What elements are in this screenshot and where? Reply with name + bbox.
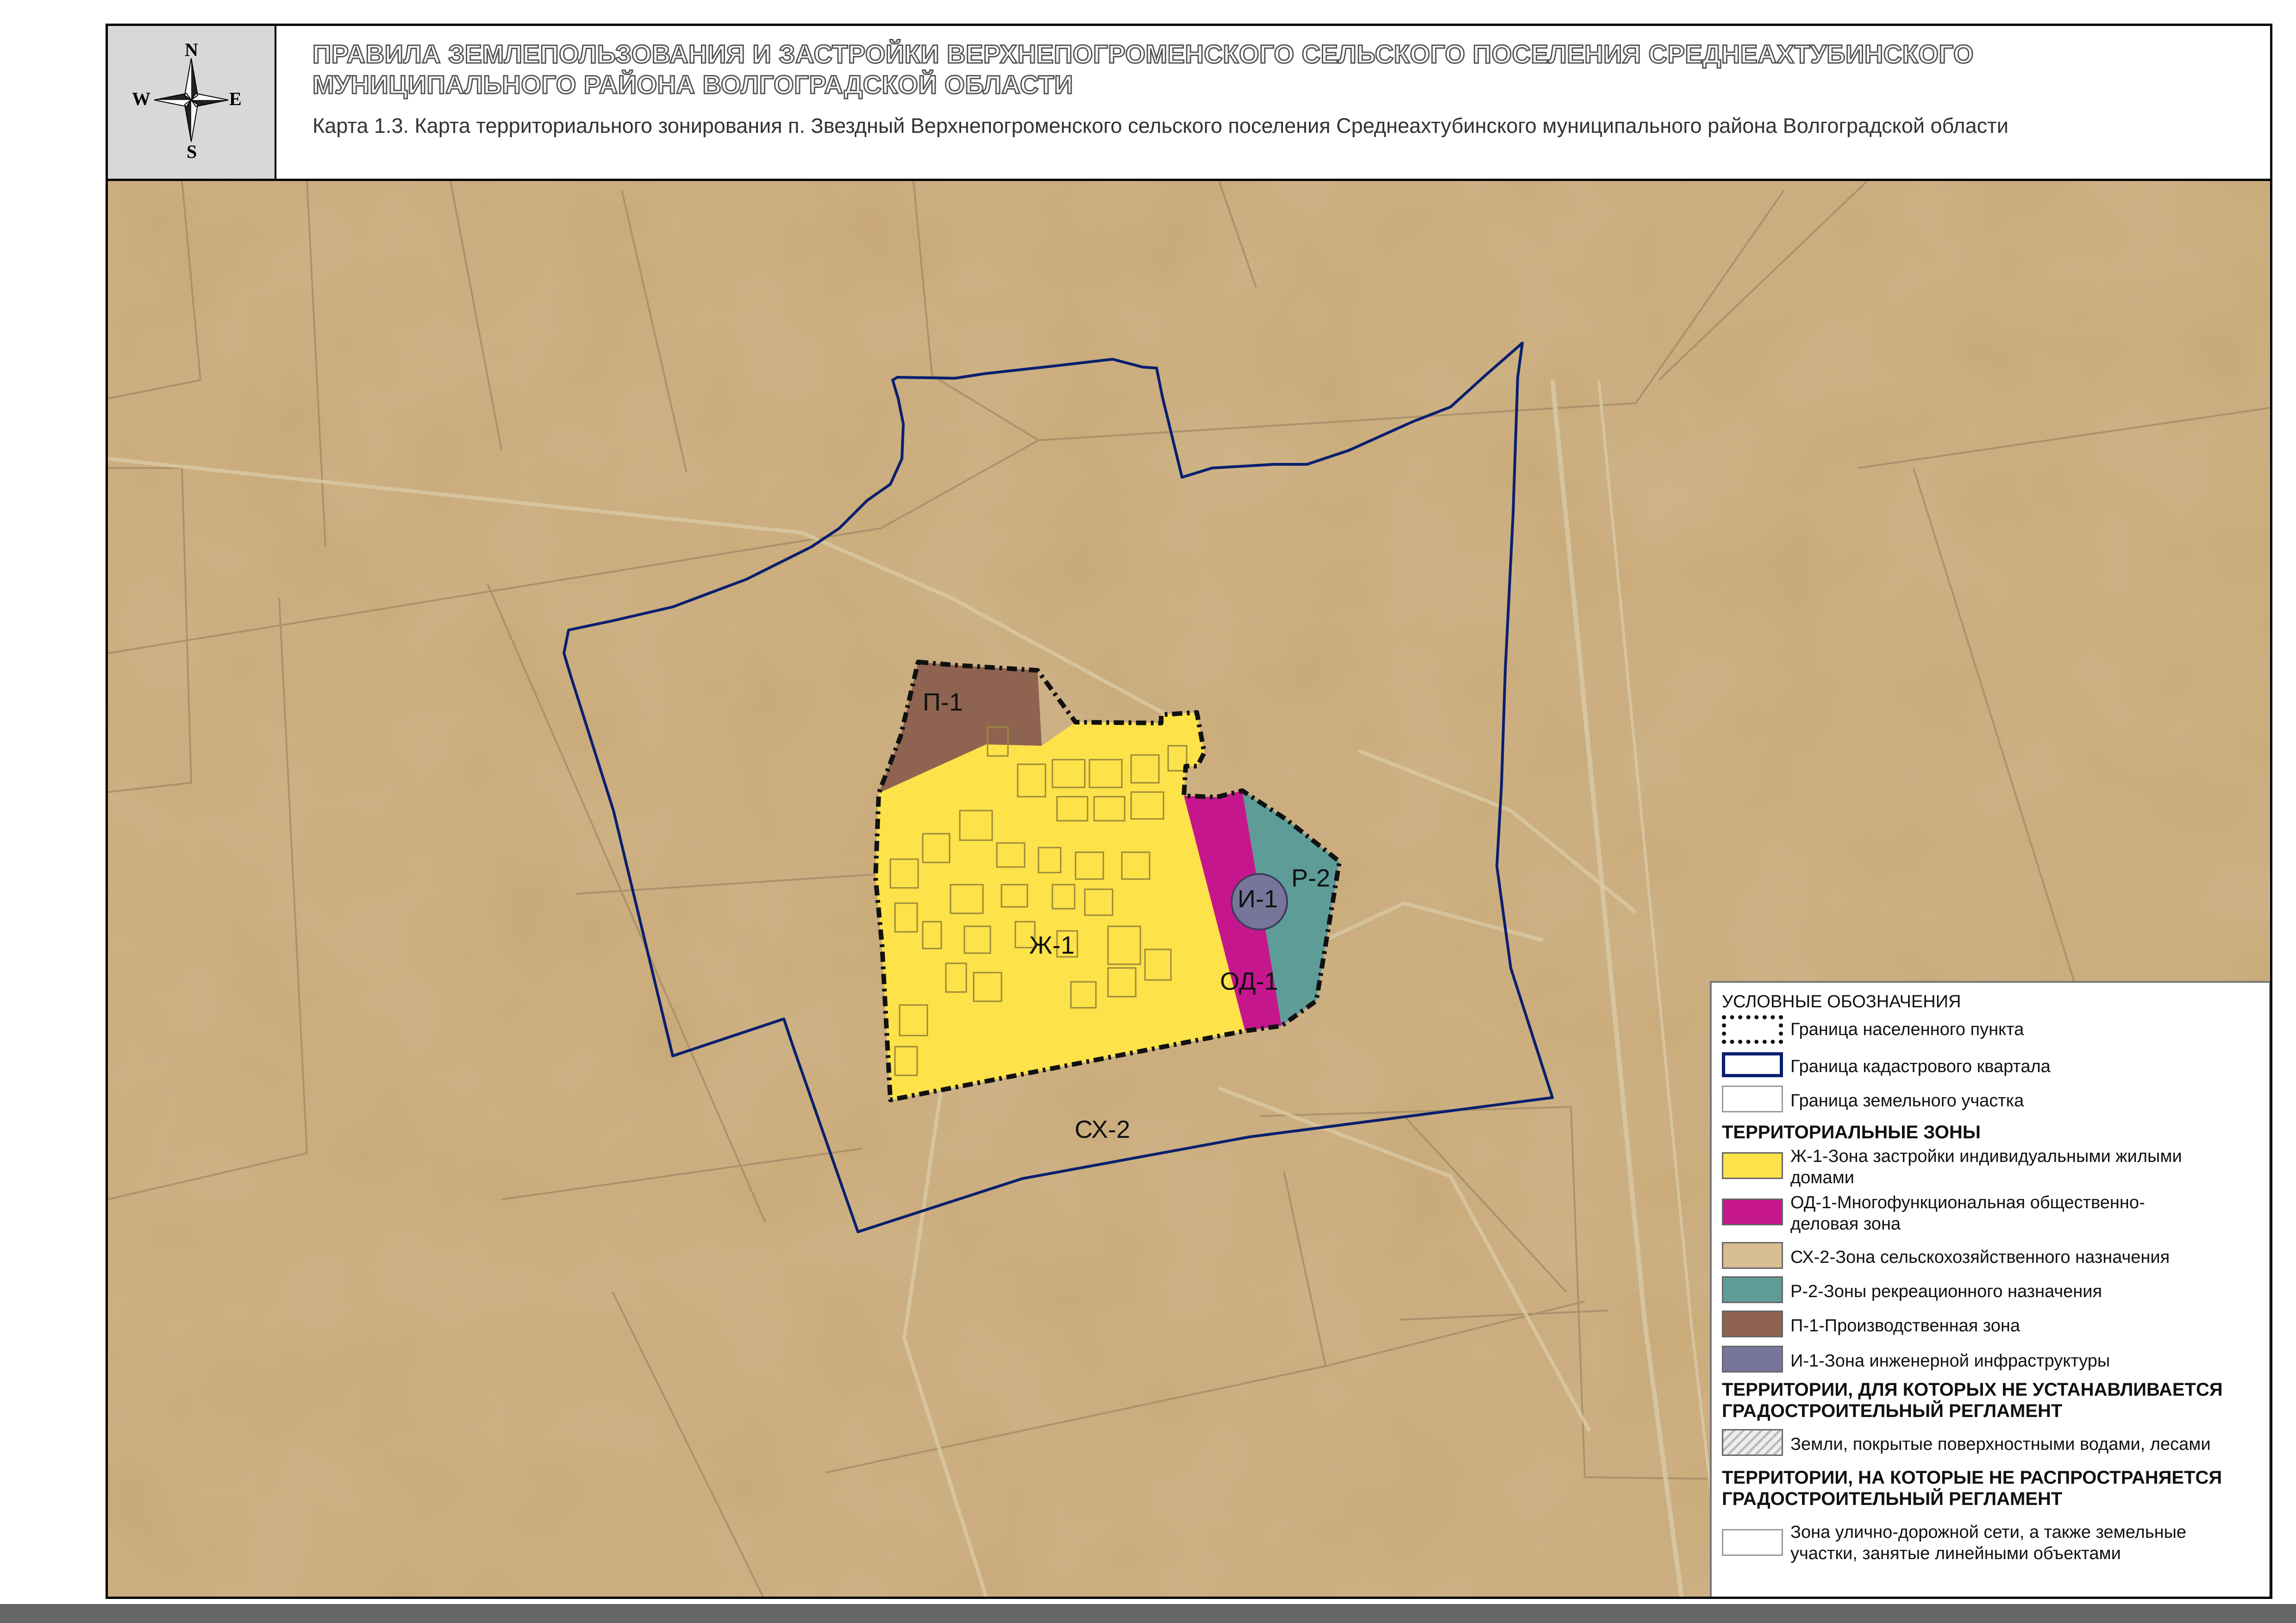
legend-section3-title: ТЕРРИТОРИИ, НА КОТОРЫЕ НЕ РАСПРОСТРАНЯЕТ… [1722,1467,2222,1509]
map-header: N S W E ПРАВИЛА ЗЕМЛЕПОЛЬЗОВАНИЯ И ЗАСТР… [108,26,2270,181]
legend-p1-swatch [1722,1311,1783,1337]
legend-quarter-border-label: Граница кадастрового квартала [1790,1057,2051,1076]
legend-sx2-swatch [1722,1242,1783,1269]
legend-road-network-label: Зона улично-дорожной сети, а также земел… [1790,1523,2187,1563]
zone-label-od1: ОД-1 [1220,968,1278,995]
legend-road-network-swatch [1722,1529,1783,1556]
legend-i1-label: И-1-Зона инженерной инфраструктуры [1790,1351,2110,1371]
map-legend: УСЛОВНЫЕ ОБОЗНАЧЕНИЯ Граница населенного… [1710,981,2270,1597]
bottom-strip [0,1604,2296,1623]
zone-label-zh1: Ж-1 [1029,931,1075,959]
legend-i1-swatch [1722,1346,1783,1373]
zone-label-r2: Р-2 [1291,864,1331,892]
zone-label-p1: П-1 [923,688,963,716]
legend-od1-swatch [1722,1199,1783,1225]
legend-p1-label: П-1-Производственная зона [1790,1316,2021,1336]
legend-zh1-label: Ж-1-Зона застройки индивидуальными жилым… [1790,1147,2182,1187]
legend-od1-label: ОД-1-Многофункциональная общественно-дел… [1790,1193,2145,1234]
legend-water-forest-swatch [1722,1429,1783,1456]
legend-r2-label: Р-2-Зоны рекреационного назначения [1790,1282,2102,1301]
compass-rose-icon [154,58,229,142]
legend-r2-swatch [1722,1276,1783,1303]
legend-settlement-border-swatch [1722,1015,1783,1044]
legend-title: УСЛОВНЫЕ ОБОЗНАЧЕНИЯ [1722,992,1961,1011]
legend-zones-title: ТЕРРИТОРИАЛЬНЫЕ ЗОНЫ [1722,1122,1981,1142]
map-frame: N S W E ПРАВИЛА ЗЕМЛЕПОЛЬЗОВАНИЯ И ЗАСТР… [106,24,2272,1599]
legend-zh1-swatch [1722,1152,1783,1179]
legend-land-plot-border-swatch [1722,1086,1783,1112]
map-subtitle: Карта 1.3. Карта территориального зониро… [313,114,2008,137]
zone-label-sx2: СХ-2 [1075,1116,1130,1143]
legend-water-forest-label: Земли, покрытые поверхностными водами, л… [1790,1435,2211,1454]
zone-label-i1: И-1 [1238,885,1278,913]
compass-panel: N S W E [108,26,276,179]
map-title: ПРАВИЛА ЗЕМЛЕПОЛЬЗОВАНИЯ И ЗАСТРОЙКИ ВЕР… [312,39,1974,100]
legend-settlement-border-label: Граница населенного пункта [1790,1020,2024,1039]
legend-land-plot-border-label: Граница земельного участка [1790,1091,2024,1111]
legend-quarter-border-swatch [1722,1052,1783,1077]
legend-section2-title: ТЕРРИТОРИИ, ДЛЯ КОТОРЫХ НЕ УСТАНАВЛИВАЕТ… [1722,1380,2223,1421]
legend-sx2-label: СХ-2-Зона сельскохозяйственного назначен… [1790,1248,2170,1267]
